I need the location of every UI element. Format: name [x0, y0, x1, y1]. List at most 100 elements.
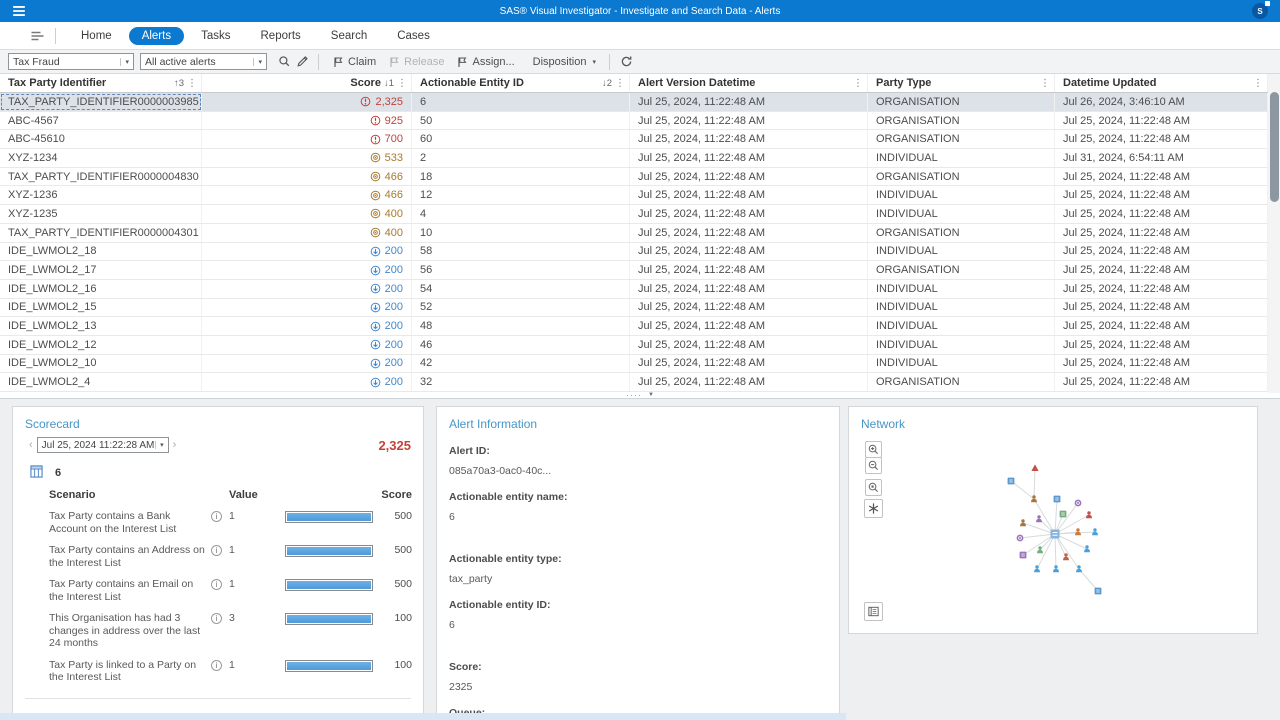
network-node[interactable] — [1031, 464, 1038, 471]
nav-tab-tasks[interactable]: Tasks — [188, 27, 243, 45]
network-edge — [1055, 515, 1089, 534]
zoom-out-button[interactable] — [865, 457, 882, 474]
column-header-alert-version-datetime[interactable]: Alert Version Datetime⋮ — [630, 74, 868, 92]
alert-information-panel: Alert Information Alert ID:085a70a3-0ac0… — [436, 406, 840, 720]
network-node[interactable] — [1063, 553, 1069, 560]
relayout-button[interactable] — [864, 499, 883, 518]
column-menu-icon[interactable]: ⋮ — [615, 78, 625, 89]
network-node[interactable] — [1054, 496, 1061, 503]
assign-button[interactable]: Assign... — [450, 54, 520, 70]
info-icon[interactable]: i — [211, 579, 222, 590]
nav-tab-cases[interactable]: Cases — [384, 27, 443, 45]
network-node[interactable] — [1095, 588, 1102, 595]
refresh-icon[interactable] — [617, 53, 635, 71]
disposition-button[interactable]: Disposition ▾ — [527, 54, 602, 70]
column-menu-icon[interactable]: ⋮ — [1040, 78, 1050, 89]
nav-tab-alerts[interactable]: Alerts — [129, 27, 184, 45]
column-menu-icon[interactable]: ⋮ — [853, 78, 863, 89]
table-row[interactable]: IDE_LWMOL2_1720056Jul 25, 2024, 11:22:48… — [0, 261, 1268, 280]
table-row[interactable]: IDE_LWMOL2_1320048Jul 25, 2024, 11:22:48… — [0, 317, 1268, 336]
info-icon[interactable]: i — [211, 511, 222, 522]
updated-datetime-cell: Jul 25, 2024, 11:22:48 AM — [1055, 299, 1268, 317]
nav-tab-reports[interactable]: Reports — [248, 27, 314, 45]
network-node[interactable] — [1031, 495, 1037, 502]
entity-id-cell: 48 — [412, 317, 630, 335]
column-header-actionable-entity-id[interactable]: Actionable Entity ID↓2⋮ — [412, 74, 630, 92]
table-row[interactable]: IDE_LWMOL2_1220046Jul 25, 2024, 11:22:48… — [0, 336, 1268, 355]
entity-id-cell: 18 — [412, 168, 630, 186]
table-row[interactable]: IDE_LWMOL2_1620054Jul 25, 2024, 11:22:48… — [0, 280, 1268, 299]
table-row[interactable]: TAX_PARTY_IDENTIFIER00000039852,3256Jul … — [0, 93, 1268, 112]
score-cell: 400 — [202, 205, 412, 223]
table-row[interactable]: IDE_LWMOL2_1820058Jul 25, 2024, 11:22:48… — [0, 243, 1268, 262]
nav-tab-home[interactable]: Home — [68, 27, 125, 45]
column-header-tax-party-identifier[interactable]: Tax Party Identifier↑3⋮ — [0, 74, 202, 92]
previous-version-icon[interactable]: ‹ — [25, 439, 37, 451]
table-row[interactable]: TAX_PARTY_IDENTIFIER000000430140010Jul 2… — [0, 224, 1268, 243]
next-version-icon[interactable]: › — [169, 439, 181, 451]
zoom-fit-button[interactable] — [865, 479, 882, 496]
info-icon[interactable]: i — [211, 545, 222, 556]
network-node[interactable] — [1020, 519, 1026, 526]
network-node[interactable] — [1084, 545, 1090, 552]
field-value: 6 — [449, 511, 827, 523]
updated-datetime-cell: Jul 25, 2024, 11:22:48 AM — [1055, 224, 1268, 242]
alert-datetime-cell: Jul 25, 2024, 11:22:48 AM — [630, 186, 868, 204]
identifier-cell: IDE_LWMOL2_13 — [0, 317, 202, 335]
table-row[interactable]: ABC-4561070060Jul 25, 2024, 11:22:48 AMO… — [0, 130, 1268, 149]
network-hub-node[interactable] — [1051, 530, 1060, 539]
identifier-cell: IDE_LWMOL2_10 — [0, 355, 202, 373]
release-button[interactable]: Release — [382, 54, 450, 70]
avatar-initial: S — [1257, 7, 1262, 16]
network-node[interactable] — [1075, 500, 1082, 507]
zoom-in-button[interactable] — [865, 441, 882, 458]
score-version-select[interactable]: Jul 25, 2024 11:22:28 AM ▾ — [37, 437, 169, 453]
network-node[interactable] — [1034, 565, 1040, 572]
table-row[interactable]: XYZ-12354004Jul 25, 2024, 11:22:48 AMIND… — [0, 205, 1268, 224]
identifier-cell: IDE_LWMOL2_12 — [0, 336, 202, 354]
info-icon[interactable]: i — [211, 660, 222, 671]
table-row[interactable]: XYZ-12345332Jul 25, 2024, 11:22:48 AMIND… — [0, 149, 1268, 168]
field-value: 2325 — [449, 681, 827, 693]
edit-filter-icon[interactable] — [293, 53, 311, 71]
claim-button[interactable]: Claim — [326, 54, 382, 70]
app-menu-icon[interactable] — [12, 5, 26, 17]
network-node[interactable] — [1020, 552, 1027, 559]
severity-medium-icon — [370, 227, 381, 238]
network-node[interactable] — [1017, 535, 1024, 542]
network-node[interactable] — [1086, 511, 1092, 518]
severity-low-icon — [370, 321, 381, 332]
network-node[interactable] — [1060, 511, 1067, 518]
entity-table-icon — [30, 465, 43, 481]
table-row[interactable]: IDE_LWMOL2_1020042Jul 25, 2024, 11:22:48… — [0, 355, 1268, 374]
legend-button[interactable] — [864, 602, 883, 621]
score-cell: 200 — [202, 373, 412, 391]
table-row[interactable]: IDE_LWMOL2_1520052Jul 25, 2024, 11:22:48… — [0, 299, 1268, 318]
info-icon[interactable]: i — [211, 613, 222, 624]
network-node[interactable] — [1008, 478, 1015, 485]
network-node[interactable] — [1036, 515, 1042, 522]
column-menu-icon[interactable]: ⋮ — [397, 78, 407, 89]
column-header-score[interactable]: Score↓1⋮ — [202, 74, 412, 92]
network-graph[interactable] — [849, 407, 1257, 633]
alert-type-select[interactable]: Tax Fraud ▾ — [8, 53, 134, 70]
party-type-cell: ORGANISATION — [868, 130, 1055, 148]
score-cell: 466 — [202, 168, 412, 186]
scrollbar-thumb[interactable] — [1270, 92, 1279, 202]
alert-filter-select[interactable]: All active alerts ▾ — [140, 53, 267, 70]
column-menu-icon[interactable]: ⋮ — [187, 78, 197, 89]
saved-search-icon[interactable] — [275, 53, 293, 71]
column-header-party-type[interactable]: Party Type⋮ — [868, 74, 1055, 92]
table-scrollbar[interactable] — [1268, 74, 1280, 393]
table-row[interactable]: ABC-456792550Jul 25, 2024, 11:22:48 AMOR… — [0, 112, 1268, 131]
network-node[interactable] — [1053, 565, 1059, 572]
horizontal-scroll-strip[interactable] — [0, 713, 846, 720]
table-row[interactable]: XYZ-123646612Jul 25, 2024, 11:22:48 AMIN… — [0, 186, 1268, 205]
user-avatar[interactable]: S — [1252, 3, 1268, 19]
column-header-datetime-updated[interactable]: Datetime Updated⋮ — [1055, 74, 1268, 92]
page-list-icon[interactable] — [30, 30, 45, 42]
column-menu-icon[interactable]: ⋮ — [1253, 78, 1263, 89]
party-type-cell: INDIVIDUAL — [868, 355, 1055, 373]
table-row[interactable]: TAX_PARTY_IDENTIFIER000000483046618Jul 2… — [0, 168, 1268, 187]
nav-tab-search[interactable]: Search — [318, 27, 380, 45]
